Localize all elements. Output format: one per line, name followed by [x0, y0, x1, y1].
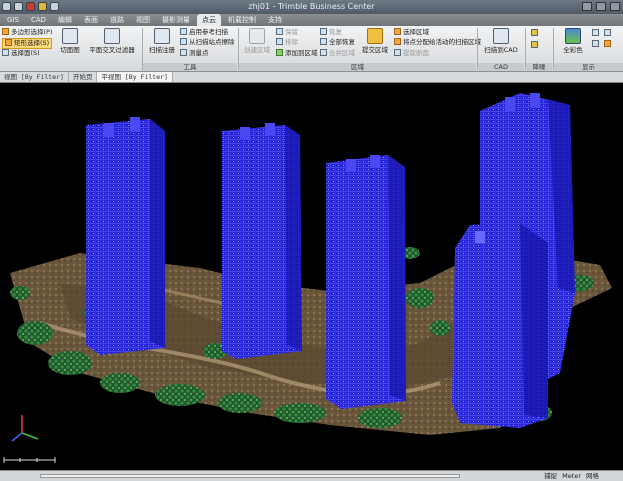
tab-plan-view[interactable]: 视图 [By Filter] — [0, 72, 69, 82]
select-region-icon — [394, 28, 401, 35]
point-cloud-canvas — [3, 93, 612, 463]
erase-from-station-button[interactable]: 从扫描站点擦除 — [180, 38, 235, 47]
section-view-icon — [62, 28, 78, 44]
exclude-button[interactable]: 排除 — [276, 38, 298, 47]
tab-level-view[interactable]: 平视图 [By Filter] — [97, 72, 173, 82]
building-tower-1 — [86, 117, 165, 355]
plane-cross-filter-button[interactable]: 平面交叉过滤器 — [86, 28, 138, 54]
axis-triad-icon — [11, 415, 39, 442]
ribbon: 多边形选择(P) 矩形选择(S) 选择面(S) 切面图 平面交叉过滤器 扫描注册… — [0, 26, 623, 72]
restore-button[interactable]: 恢复 — [320, 28, 342, 37]
progress-bar — [40, 474, 460, 478]
maximize-icon[interactable] — [596, 2, 606, 11]
extract-section-button[interactable]: 提取断面 — [394, 49, 429, 58]
erase-icon — [180, 38, 187, 45]
keep-button[interactable]: 保留 — [276, 28, 298, 37]
assign-points-button[interactable]: 将点分配给活动的扫描区域 — [394, 38, 481, 47]
tab-cad[interactable]: CAD — [26, 14, 51, 26]
group-label-cad: CAD — [478, 63, 524, 71]
point-cloud-viewport[interactable] — [0, 83, 623, 470]
select-region-button[interactable]: 选择区域 — [394, 28, 429, 37]
submit-region-button[interactable]: 提交区域 — [358, 28, 392, 54]
tab-point-cloud[interactable]: 点云 — [197, 14, 222, 26]
view-tabs: 视图 [By Filter] 开始页 平视图 [By Filter] — [0, 72, 623, 83]
select-face-button[interactable]: 选择面(S) — [2, 49, 40, 58]
display-option-1[interactable] — [592, 29, 601, 38]
display-option-icon — [604, 29, 611, 36]
create-region-button[interactable]: 创建区域 — [242, 28, 272, 54]
ribbon-tabs: GIS CAD 编辑 表面 道路 视图 摄影测量 点云 机载控制 支持 — [0, 14, 623, 26]
minimize-icon[interactable] — [582, 2, 592, 11]
assign-points-icon — [394, 38, 401, 45]
group-label-display: 显示 — [554, 63, 623, 71]
denoise-icon — [531, 29, 538, 36]
merge-region-button[interactable]: 合并区域 — [320, 49, 355, 58]
units-indicator[interactable]: Meter — [562, 471, 581, 481]
full-color-icon — [565, 28, 581, 44]
select-face-icon — [2, 49, 9, 56]
tab-gis[interactable]: GIS — [2, 14, 24, 26]
title-bar: zhj01 - Trimble Business Center — [0, 0, 623, 14]
tab-support[interactable]: 支持 — [263, 14, 287, 26]
denoise-button-2[interactable] — [531, 41, 540, 50]
tab-edit[interactable]: 编辑 — [53, 14, 77, 26]
tab-surface[interactable]: 表面 — [79, 14, 103, 26]
rectangle-select-icon — [5, 39, 12, 46]
group-label-tools: 工具 — [143, 63, 237, 71]
restore-all-icon — [320, 38, 327, 45]
status-right: 捕捉 Meter 网格 — [544, 471, 599, 481]
restore-icon — [320, 28, 327, 35]
polygon-select-button[interactable]: 多边形选择(P) — [2, 28, 53, 37]
display-option-4[interactable] — [604, 40, 613, 49]
group-label-region: 区域 — [239, 63, 476, 71]
scan-registration-button[interactable]: 扫描注册 — [146, 28, 178, 54]
exclude-icon — [276, 38, 283, 45]
measure-point-icon — [180, 49, 187, 56]
full-color-button[interactable]: 全彩色 — [558, 28, 588, 54]
close-icon[interactable] — [610, 2, 620, 11]
add-to-region-button[interactable]: 添加到区域 — [276, 49, 318, 58]
scan-to-cad-button[interactable]: 扫描到CAD — [481, 28, 521, 54]
display-option-icon — [604, 40, 611, 47]
reference-scan-icon — [180, 28, 187, 35]
display-option-icon — [592, 29, 599, 36]
restore-all-button[interactable]: 全部恢复 — [320, 38, 355, 47]
building-tower-2 — [222, 123, 302, 359]
scan-registration-icon — [154, 28, 170, 44]
extract-section-icon — [394, 49, 401, 56]
tab-photogrammetry[interactable]: 摄影测量 — [157, 14, 195, 26]
tab-road[interactable]: 道路 — [105, 14, 129, 26]
tab-view[interactable]: 视图 — [131, 14, 155, 26]
add-region-icon — [276, 49, 283, 56]
denoise-icon — [531, 41, 538, 48]
status-bar: 捕捉 Meter 网格 — [0, 470, 623, 481]
display-option-2[interactable] — [604, 29, 613, 38]
building-tower-5 — [452, 223, 548, 428]
keep-icon — [276, 28, 283, 35]
denoise-button-1[interactable] — [531, 29, 540, 38]
enable-reference-scan-button[interactable]: 启用参考扫描 — [180, 28, 228, 37]
tab-machine-control[interactable]: 机载控制 — [223, 14, 261, 26]
snap-toggle[interactable]: 捕捉 — [544, 471, 557, 481]
submit-region-icon — [367, 28, 383, 44]
tab-start-page[interactable]: 开始页 — [69, 72, 98, 82]
scale-bar — [3, 457, 56, 463]
grid-toggle[interactable]: 网格 — [586, 471, 599, 481]
scan-to-cad-icon — [493, 28, 509, 44]
group-label-denoise: 降噪 — [526, 63, 552, 71]
section-view-button[interactable]: 切面图 — [58, 28, 82, 54]
rectangle-select-button[interactable]: 矩形选择(S) — [2, 38, 53, 49]
display-option-3[interactable] — [592, 40, 601, 49]
building-tower-3 — [326, 155, 406, 409]
window-controls — [582, 2, 620, 11]
merge-icon — [320, 49, 327, 56]
create-region-icon — [249, 28, 265, 44]
window-title: zhj01 - Trimble Business Center — [248, 2, 375, 11]
measure-point-button[interactable]: 测量点 — [180, 49, 209, 58]
plane-filter-icon — [104, 28, 120, 44]
polygon-select-icon — [2, 28, 9, 35]
display-option-icon — [592, 40, 599, 47]
